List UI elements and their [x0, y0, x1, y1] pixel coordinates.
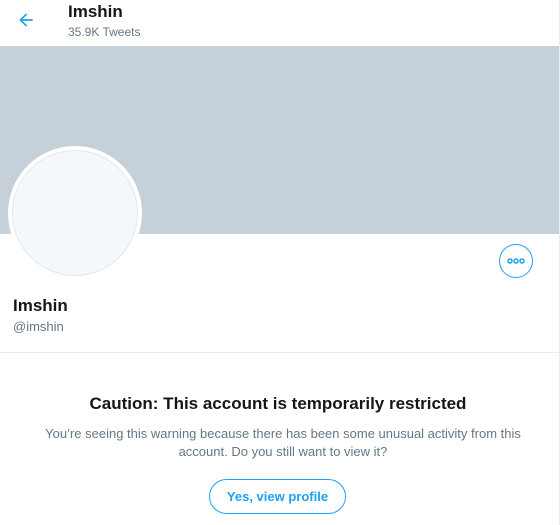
- profile-page: Imshin 35.9K Tweets Imshin @imshin Cauti…: [0, 0, 560, 525]
- caution-message: You’re seeing this warning because there…: [45, 426, 521, 459]
- view-profile-button[interactable]: Yes, view profile: [209, 479, 346, 514]
- tweet-count: 35.9K Tweets: [68, 25, 141, 39]
- back-button[interactable]: [11, 5, 41, 35]
- ellipsis-icon: [507, 258, 525, 264]
- avatar[interactable]: [8, 146, 142, 280]
- avatar-image: [12, 150, 138, 276]
- arrow-left-icon: [19, 13, 33, 27]
- more-options-button[interactable]: [499, 244, 533, 278]
- display-name: Imshin: [13, 296, 68, 315]
- user-handle: @imshin: [13, 319, 64, 334]
- divider: [0, 352, 559, 353]
- header-title: Imshin: [68, 2, 123, 21]
- top-header: Imshin 35.9K Tweets: [0, 0, 559, 46]
- caution-title: Caution: This account is temporarily res…: [89, 394, 467, 413]
